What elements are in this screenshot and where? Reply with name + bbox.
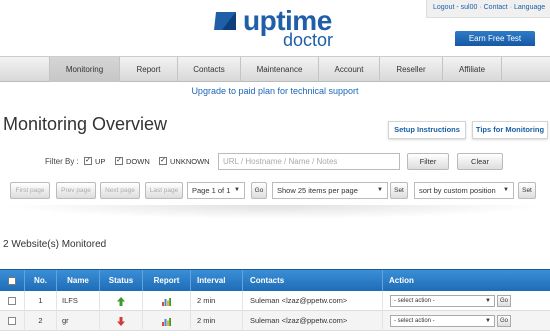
row-action-cell: - select action - ▼ Go bbox=[383, 291, 550, 311]
logo-mark-icon bbox=[214, 12, 236, 30]
table-row: 1 ILFS 2 min Suleman <lzaz@ppetw.com> - … bbox=[0, 291, 550, 311]
tab-contacts[interactable]: Contacts bbox=[178, 57, 241, 82]
col-interval[interactable]: Interval bbox=[191, 270, 243, 292]
col-name[interactable]: Name bbox=[57, 270, 100, 292]
filter-unknown-label: UNKNOWN bbox=[170, 157, 210, 166]
per-page-select-value: Show 25 items per page bbox=[277, 186, 358, 195]
prev-page-button[interactable]: Prev page bbox=[56, 182, 96, 199]
chevron-down-icon: ▼ bbox=[377, 187, 383, 193]
table-header: No. Name Status Report Interval Contacts… bbox=[0, 269, 550, 292]
filter-up-label: UP bbox=[95, 157, 106, 166]
filter-unknown-checkbox[interactable]: ✓ bbox=[159, 157, 167, 165]
filter-label: Filter By : bbox=[45, 157, 79, 166]
page-select-value: Page 1 of 1 bbox=[192, 186, 231, 195]
chevron-down-icon: ▼ bbox=[485, 318, 491, 324]
monitored-count: 2 Website(s) Monitored bbox=[3, 239, 107, 250]
col-contacts[interactable]: Contacts bbox=[243, 270, 383, 292]
row-contacts: Suleman <lzaz@ppetw.com> bbox=[243, 311, 383, 331]
section-divider bbox=[0, 205, 550, 219]
row-interval: 2 min bbox=[191, 291, 243, 311]
row-action-value: - select action - bbox=[394, 318, 435, 324]
row-no: 1 bbox=[25, 291, 57, 311]
first-page-button[interactable]: First page bbox=[10, 182, 50, 199]
row-no: 2 bbox=[25, 311, 57, 331]
page-select[interactable]: Page 1 of 1 ▼ bbox=[187, 182, 245, 199]
row-report[interactable] bbox=[143, 291, 191, 311]
row-status bbox=[100, 311, 143, 331]
main-nav: Monitoring Report Contacts Maintenance A… bbox=[0, 56, 550, 82]
filter-search-input[interactable]: URL / Hostname / Name / Notes bbox=[218, 153, 400, 170]
logo-word-doctor: doctor bbox=[283, 30, 334, 50]
status-down-arrow-icon bbox=[117, 316, 125, 326]
bar-chart-icon bbox=[162, 297, 171, 306]
col-report[interactable]: Report bbox=[143, 270, 191, 292]
uptime-doctor-logo[interactable]: uptime doctor bbox=[212, 5, 352, 52]
per-page-set-button[interactable]: Set bbox=[390, 182, 408, 199]
row-action-select[interactable]: - select action - ▼ bbox=[390, 315, 495, 327]
nav-spacer bbox=[0, 57, 50, 82]
earn-free-test-button[interactable]: Earn Free Test bbox=[455, 31, 535, 46]
row-action-value: - select action - bbox=[394, 298, 435, 304]
select-all-checkbox[interactable] bbox=[8, 276, 16, 285]
row-action-cell: - select action - ▼ Go bbox=[383, 311, 550, 331]
tab-affiliate[interactable]: Affiliate bbox=[443, 57, 502, 82]
row-checkbox[interactable] bbox=[8, 317, 16, 326]
last-page-button[interactable]: Last page bbox=[145, 182, 183, 199]
select-all-cell bbox=[0, 270, 25, 292]
chevron-down-icon: ▼ bbox=[234, 187, 240, 193]
sort-set-button[interactable]: Set bbox=[518, 182, 536, 199]
chevron-down-icon: ▼ bbox=[485, 298, 491, 304]
row-contacts: Suleman <lzaz@ppetw.com> bbox=[243, 291, 383, 311]
bar-chart-icon bbox=[162, 317, 171, 326]
filter-down-label: DOWN bbox=[126, 157, 150, 166]
tab-monitoring[interactable]: Monitoring bbox=[50, 57, 120, 82]
page-title: Monitoring Overview bbox=[3, 114, 168, 134]
separator: · bbox=[479, 4, 482, 11]
clear-button[interactable]: Clear bbox=[457, 153, 503, 170]
filter-down-checkbox[interactable]: ✓ bbox=[115, 157, 123, 165]
row-interval: 2 min bbox=[191, 311, 243, 331]
filter-button[interactable]: Filter bbox=[407, 153, 449, 170]
page-go-button[interactable]: Go bbox=[251, 182, 267, 199]
row-status bbox=[100, 291, 143, 311]
tab-reseller[interactable]: Reseller bbox=[380, 57, 443, 82]
table-row: 2 gr 2 min Suleman <lzaz@ppetw.com> - se… bbox=[0, 311, 550, 331]
row-action-select[interactable]: - select action - ▼ bbox=[390, 295, 495, 307]
tab-report[interactable]: Report bbox=[120, 57, 178, 82]
tab-account[interactable]: Account bbox=[319, 57, 380, 82]
tips-for-monitoring-button[interactable]: Tips for Monitoring bbox=[472, 121, 548, 139]
col-action[interactable]: Action bbox=[383, 270, 550, 292]
filter-up-checkbox[interactable]: ✓ bbox=[84, 157, 92, 165]
row-select-cell bbox=[0, 291, 25, 311]
row-action-go-button[interactable]: Go bbox=[497, 295, 511, 307]
row-name[interactable]: gr bbox=[57, 311, 100, 331]
col-no[interactable]: No. bbox=[25, 270, 57, 292]
sort-select-value: sort by custom position bbox=[419, 186, 496, 195]
top-links: Logout - sul00 · Contact · Language bbox=[426, 0, 550, 18]
separator: · bbox=[509, 4, 513, 11]
setup-instructions-button[interactable]: Setup Instructions bbox=[388, 121, 466, 139]
upgrade-link[interactable]: Upgrade to paid plan for technical suppo… bbox=[0, 86, 550, 96]
logout-link[interactable]: Logout - sul00 bbox=[433, 4, 477, 11]
per-page-select[interactable]: Show 25 items per page ▼ bbox=[272, 182, 388, 199]
language-link[interactable]: Language bbox=[514, 4, 545, 11]
contact-link[interactable]: Contact bbox=[484, 4, 508, 11]
row-name[interactable]: ILFS bbox=[57, 291, 100, 311]
row-action-go-button[interactable]: Go bbox=[497, 315, 511, 327]
sort-select[interactable]: sort by custom position ▼ bbox=[414, 182, 514, 199]
row-select-cell bbox=[0, 311, 25, 331]
tab-maintenance[interactable]: Maintenance bbox=[241, 57, 319, 82]
col-status[interactable]: Status bbox=[100, 270, 143, 292]
next-page-button[interactable]: Next page bbox=[100, 182, 140, 199]
row-checkbox[interactable] bbox=[8, 297, 16, 306]
row-report[interactable] bbox=[143, 311, 191, 331]
status-up-arrow-icon bbox=[117, 296, 125, 306]
chevron-down-icon: ▼ bbox=[503, 187, 509, 193]
